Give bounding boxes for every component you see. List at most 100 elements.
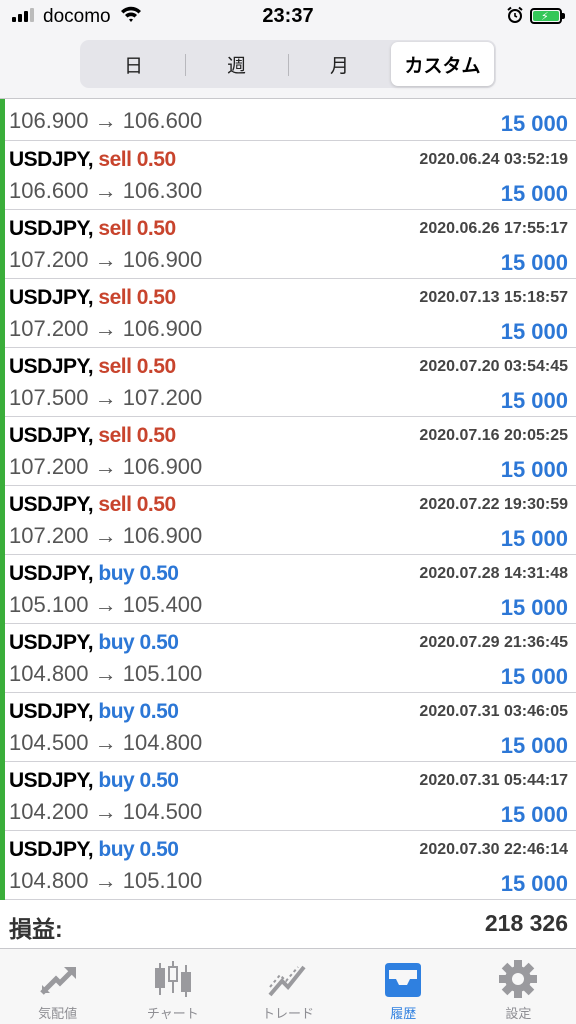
trade-profit: 15 000 [500, 250, 568, 275]
symbol-name: USDJPY, [9, 148, 94, 171]
trade-symbol: USDJPY, sell 0.50 [9, 217, 176, 241]
battery-icon: ⚡ [530, 8, 565, 24]
candlestick-chart-icon [154, 961, 191, 997]
summary-value: 218 326 [484, 910, 568, 936]
alarm-icon [507, 6, 523, 23]
symbol-name: USDJPY, [9, 631, 94, 654]
trade-symbol: USDJPY, buy 0.50 [9, 631, 179, 655]
trade-row[interactable]: USDJPY, sell 0.50 2020.06.24 03:52:19 106.… [0, 141, 576, 210]
trade-symbol: USDJPY, sell 0.50 [9, 493, 176, 517]
trade-profit: 15 000 [500, 526, 568, 551]
segment-month[interactable]: 月 [288, 42, 391, 86]
symbol-name: USDJPY, [9, 493, 94, 516]
bottom-tab-bar: 気配値 チャート トレード 履歴 設定 [0, 948, 576, 1024]
trade-row[interactable]: USDJPY, sell 0.50 2020.07.13 15:18:57 107.… [0, 279, 576, 348]
trade-symbol: USDJPY, sell 0.50 [9, 424, 176, 448]
trade-profit: 15 000 [500, 181, 568, 206]
trade-row[interactable]: USDJPY, buy 0.50 2020.07.31 05:44:17 104.2… [0, 762, 576, 831]
trade-prices: 107.200 → 106.900 [9, 247, 203, 272]
symbol-name: USDJPY, [9, 769, 94, 792]
symbol-name: USDJPY, [9, 700, 94, 723]
trade-prices: 104.500 → 104.800 [9, 730, 203, 755]
trade-prices: 104.800 → 105.100 [9, 868, 203, 893]
trade-profit: 15 000 [500, 319, 568, 344]
symbol-name: USDJPY, [9, 424, 94, 447]
settings-gear-icon [499, 960, 538, 998]
trade-side-lot: buy 0.50 [98, 769, 179, 792]
status-time: 23:37 [262, 5, 314, 27]
trade-time: 2020.06.24 03:52:19 [419, 151, 568, 168]
trade-prices: 107.200 → 106.900 [9, 316, 203, 341]
trade-time: 2020.07.22 19:30:59 [419, 496, 568, 513]
period-segmented-control: 日 週 月 カスタム [80, 40, 496, 88]
trade-prices: 104.200 → 104.500 [9, 799, 203, 824]
tab-label: 履歴 [390, 1006, 417, 1021]
trade-profit: 15 000 [500, 111, 568, 136]
trade-prices: 106.600 → 106.300 [9, 178, 203, 203]
segment-week[interactable]: 週 [185, 42, 288, 86]
trade-profit: 15 000 [500, 595, 568, 620]
tab-label: 設定 [505, 1006, 532, 1021]
trade-row[interactable]: USDJPY, buy 0.50 2020.07.30 22:46:14 104.8… [0, 831, 576, 900]
trade-side-lot: buy 0.50 [98, 838, 179, 861]
trade-row[interactable]: USDJPY, sell 0.50 2020.07.16 20:05:25 107.… [0, 417, 576, 486]
trade-symbol: USDJPY, buy 0.50 [9, 838, 179, 862]
trade-row[interactable]: USDJPY, sell 0.50 2020.07.22 19:30:59 107.… [0, 486, 576, 555]
tab-history[interactable]: 履歴 [346, 949, 461, 1024]
trade-side-lot: sell 0.50 [98, 424, 176, 447]
tab-quotes[interactable]: 気配値 [0, 949, 115, 1024]
trade-row[interactable]: 106.900 → 106.600 15 000 [0, 99, 576, 141]
trade-time: 2020.07.13 15:18:57 [419, 289, 568, 306]
trade-symbol: USDJPY, buy 0.50 [9, 562, 179, 586]
trade-row[interactable]: USDJPY, buy 0.50 2020.07.31 03:46:05 104.5… [0, 693, 576, 762]
tab-trade[interactable]: トレード [230, 949, 345, 1024]
trade-row[interactable]: USDJPY, buy 0.50 2020.07.29 21:36:45 104.8… [0, 624, 576, 693]
trade-profit: 15 000 [500, 388, 568, 413]
trade-symbol: USDJPY, buy 0.50 [9, 700, 179, 724]
trade-prices: 106.900 → 106.600 [9, 108, 203, 133]
status-bar: docomo 23:37 ⚡ [0, 0, 576, 34]
trade-time: 2020.07.31 05:44:17 [419, 772, 568, 789]
trade-row[interactable]: USDJPY, sell 0.50 2020.06.26 17:55:17 107.… [0, 210, 576, 279]
trade-profit: 15 000 [500, 733, 568, 758]
period-selector-area: 日 週 月 カスタム [0, 34, 576, 98]
tab-chart[interactable]: チャート [115, 949, 230, 1024]
trade-symbol: USDJPY, sell 0.50 [9, 286, 176, 310]
trade-prices: 104.800 → 105.100 [9, 661, 203, 686]
trade-profit: 15 000 [500, 802, 568, 827]
segment-custom[interactable]: カスタム [391, 42, 494, 86]
trade-profit: 15 000 [500, 664, 568, 689]
trade-prices: 107.200 → 106.900 [9, 454, 203, 479]
trade-row[interactable]: USDJPY, sell 0.50 2020.07.20 03:54:45 107.… [0, 348, 576, 417]
trade-symbol: USDJPY, buy 0.50 [9, 769, 179, 793]
trade-line-icon [268, 965, 306, 997]
trade-side-lot: sell 0.50 [98, 493, 176, 516]
trade-side-lot: sell 0.50 [98, 148, 176, 171]
trade-side-lot: buy 0.50 [98, 700, 179, 723]
tab-settings[interactable]: 設定 [461, 949, 576, 1024]
trade-row[interactable]: USDJPY, buy 0.50 2020.07.28 14:31:48 105.1… [0, 555, 576, 624]
trade-symbol: USDJPY, sell 0.50 [9, 355, 176, 379]
trade-time: 2020.07.30 22:46:14 [419, 841, 568, 858]
trade-time: 2020.07.16 20:05:25 [419, 427, 568, 444]
symbol-name: USDJPY, [9, 286, 94, 309]
trade-profit: 15 000 [500, 457, 568, 482]
trade-prices: 107.200 → 106.900 [9, 523, 203, 548]
tab-label: 気配値 [38, 1006, 78, 1021]
trade-symbol: USDJPY, sell 0.50 [9, 148, 176, 172]
symbol-name: USDJPY, [9, 355, 94, 378]
trade-prices: 107.500 → 107.200 [9, 385, 203, 410]
trade-side-lot: buy 0.50 [98, 631, 179, 654]
trade-side-lot: buy 0.50 [98, 562, 179, 585]
trade-time: 2020.07.20 03:54:45 [419, 358, 568, 375]
segment-day[interactable]: 日 [82, 42, 185, 86]
symbol-name: USDJPY, [9, 562, 94, 585]
history-inbox-icon [385, 963, 422, 997]
tab-label: トレード [262, 1006, 315, 1021]
trade-prices: 105.100 → 105.400 [9, 592, 203, 617]
tab-label: チャート [146, 1006, 199, 1021]
trade-history-list[interactable]: 106.900 → 106.600 15 000 USDJPY, sell 0.… [0, 98, 576, 900]
trade-side-lot: sell 0.50 [98, 217, 176, 240]
trade-side-lot: sell 0.50 [98, 355, 176, 378]
profit-summary: 損益: 218 326 [0, 900, 576, 948]
